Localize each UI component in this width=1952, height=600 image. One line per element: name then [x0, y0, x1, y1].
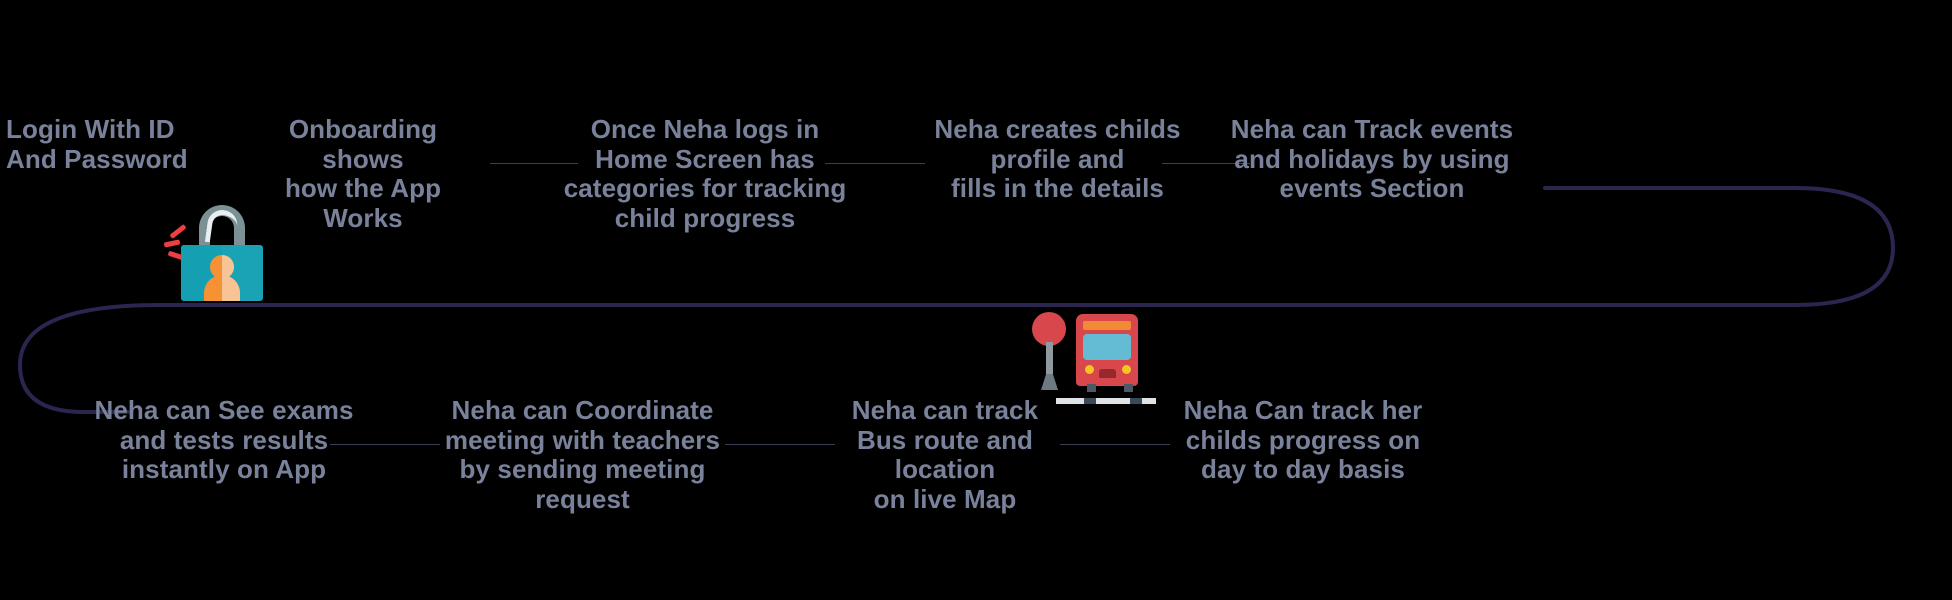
bus-headlight-left [1085, 365, 1094, 374]
step-daily-progress: Neha Can track her childs progress on da… [1183, 395, 1423, 485]
bus-stop-pole-base [1041, 374, 1058, 390]
step-track-events: Neha can Track events and holidays by us… [1230, 114, 1514, 204]
road-dash-2 [1130, 398, 1142, 404]
bus-stop-icon [1032, 312, 1152, 402]
connector-home-to-profile [825, 163, 925, 164]
step-onboarding: Onboarding shows how the App Works [284, 114, 442, 233]
step-home-screen: Once Neha logs in Home Screen has catego… [563, 114, 847, 233]
step-exam-results: Neha can See exams and tests results ins… [94, 395, 354, 485]
bus-wheel-left [1087, 384, 1096, 392]
bus-wheel-right [1124, 384, 1133, 392]
lock-user-torso-highlight [222, 275, 240, 301]
lock-spark-2 [163, 239, 181, 248]
infographic-canvas: Login With ID And Password Onboarding sh… [0, 0, 1952, 600]
lock-body [181, 245, 263, 301]
bus-headlight-right [1122, 365, 1131, 374]
bus-windshield [1083, 334, 1131, 360]
bus-roof-stripe [1083, 321, 1131, 330]
step-create-profile: Neha creates childs profile and fills in… [934, 114, 1181, 204]
lock-with-user-icon [163, 205, 263, 305]
road-dash-1 [1084, 398, 1096, 404]
step-coordinate-meeting: Neha can Coordinate meeting with teacher… [444, 395, 721, 514]
step-track-bus: Neha can track Bus route and location on… [851, 395, 1039, 514]
step-login: Login With ID And Password [6, 114, 188, 174]
connector-bus-to-progress [1060, 444, 1170, 445]
bus-grill [1099, 369, 1116, 378]
bus-road [1056, 398, 1156, 404]
bus-stop-sign-icon [1032, 312, 1066, 346]
